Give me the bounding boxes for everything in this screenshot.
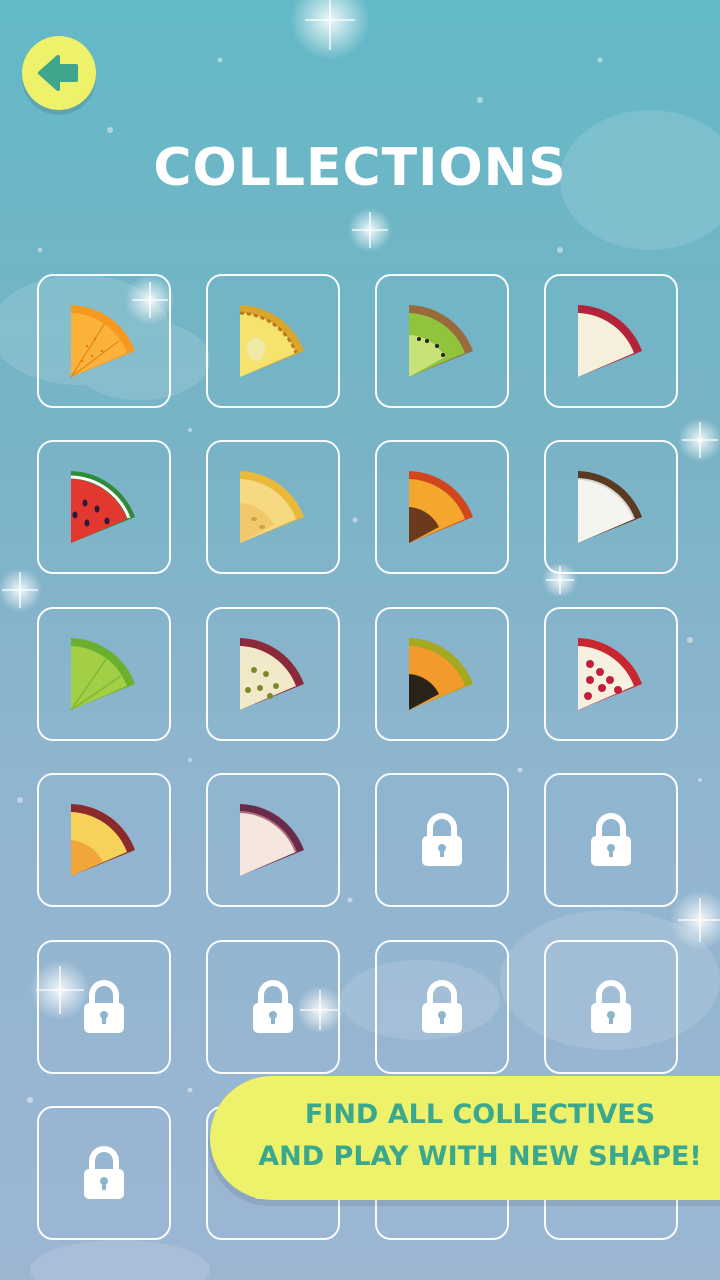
lock-icon <box>420 979 464 1035</box>
melon-slice-icon <box>236 467 310 547</box>
collection-tile-pineapple[interactable] <box>206 274 340 408</box>
collection-tile-kiwi[interactable] <box>375 274 509 408</box>
collection-tile-locked[interactable] <box>37 940 171 1074</box>
watermelon-slice-icon <box>67 467 141 547</box>
collection-tile-locked[interactable] <box>544 940 678 1074</box>
collection-tile-coconut[interactable] <box>544 440 678 574</box>
collection-tile-locked[interactable] <box>206 940 340 1074</box>
collection-tile-orange[interactable] <box>37 274 171 408</box>
apple-slice-icon <box>574 301 648 381</box>
lock-icon <box>82 1145 126 1201</box>
back-button[interactable] <box>22 36 96 110</box>
collection-tile-locked[interactable] <box>375 773 509 907</box>
lock-icon <box>251 979 295 1035</box>
lock-icon <box>82 979 126 1035</box>
collection-tile-melon[interactable] <box>206 440 340 574</box>
back-arrow-icon <box>38 55 78 91</box>
collection-tile-pomegranate[interactable] <box>544 607 678 741</box>
lime-slice-icon <box>67 634 141 714</box>
collection-tile-lime[interactable] <box>37 607 171 741</box>
collection-tile-apple[interactable] <box>544 274 678 408</box>
collection-tile-peach[interactable] <box>375 440 509 574</box>
orange-apple-slice-icon <box>67 800 141 880</box>
collection-tile-orange-apple[interactable] <box>37 773 171 907</box>
collection-tile-locked[interactable] <box>37 1106 171 1240</box>
mangosteen-slice-icon <box>236 800 310 880</box>
collection-tile-papaya[interactable] <box>375 607 509 741</box>
orange-slice-icon <box>67 301 141 381</box>
papaya-slice-icon <box>405 634 479 714</box>
kiwi-slice-icon <box>405 301 479 381</box>
lock-icon <box>420 812 464 868</box>
collection-tile-locked[interactable] <box>375 940 509 1074</box>
coconut-slice-icon <box>574 467 648 547</box>
lock-icon <box>589 812 633 868</box>
page-title: COLLECTIONS <box>153 138 567 198</box>
lock-icon <box>589 979 633 1035</box>
passion-fruit-slice-icon <box>236 634 310 714</box>
collection-tile-locked[interactable] <box>544 773 678 907</box>
collection-tile-mangosteen[interactable] <box>206 773 340 907</box>
collection-tile-watermelon[interactable] <box>37 440 171 574</box>
pineapple-slice-icon <box>236 301 310 381</box>
peach-slice-icon <box>405 467 479 547</box>
banner-line-2: AND PLAY WITH NEW SHAPE! <box>258 1141 702 1172</box>
pomegranate-slice-icon <box>574 634 648 714</box>
collection-tile-passion-fruit[interactable] <box>206 607 340 741</box>
banner-line-1: FIND ALL COLLECTIVES <box>304 1099 656 1130</box>
